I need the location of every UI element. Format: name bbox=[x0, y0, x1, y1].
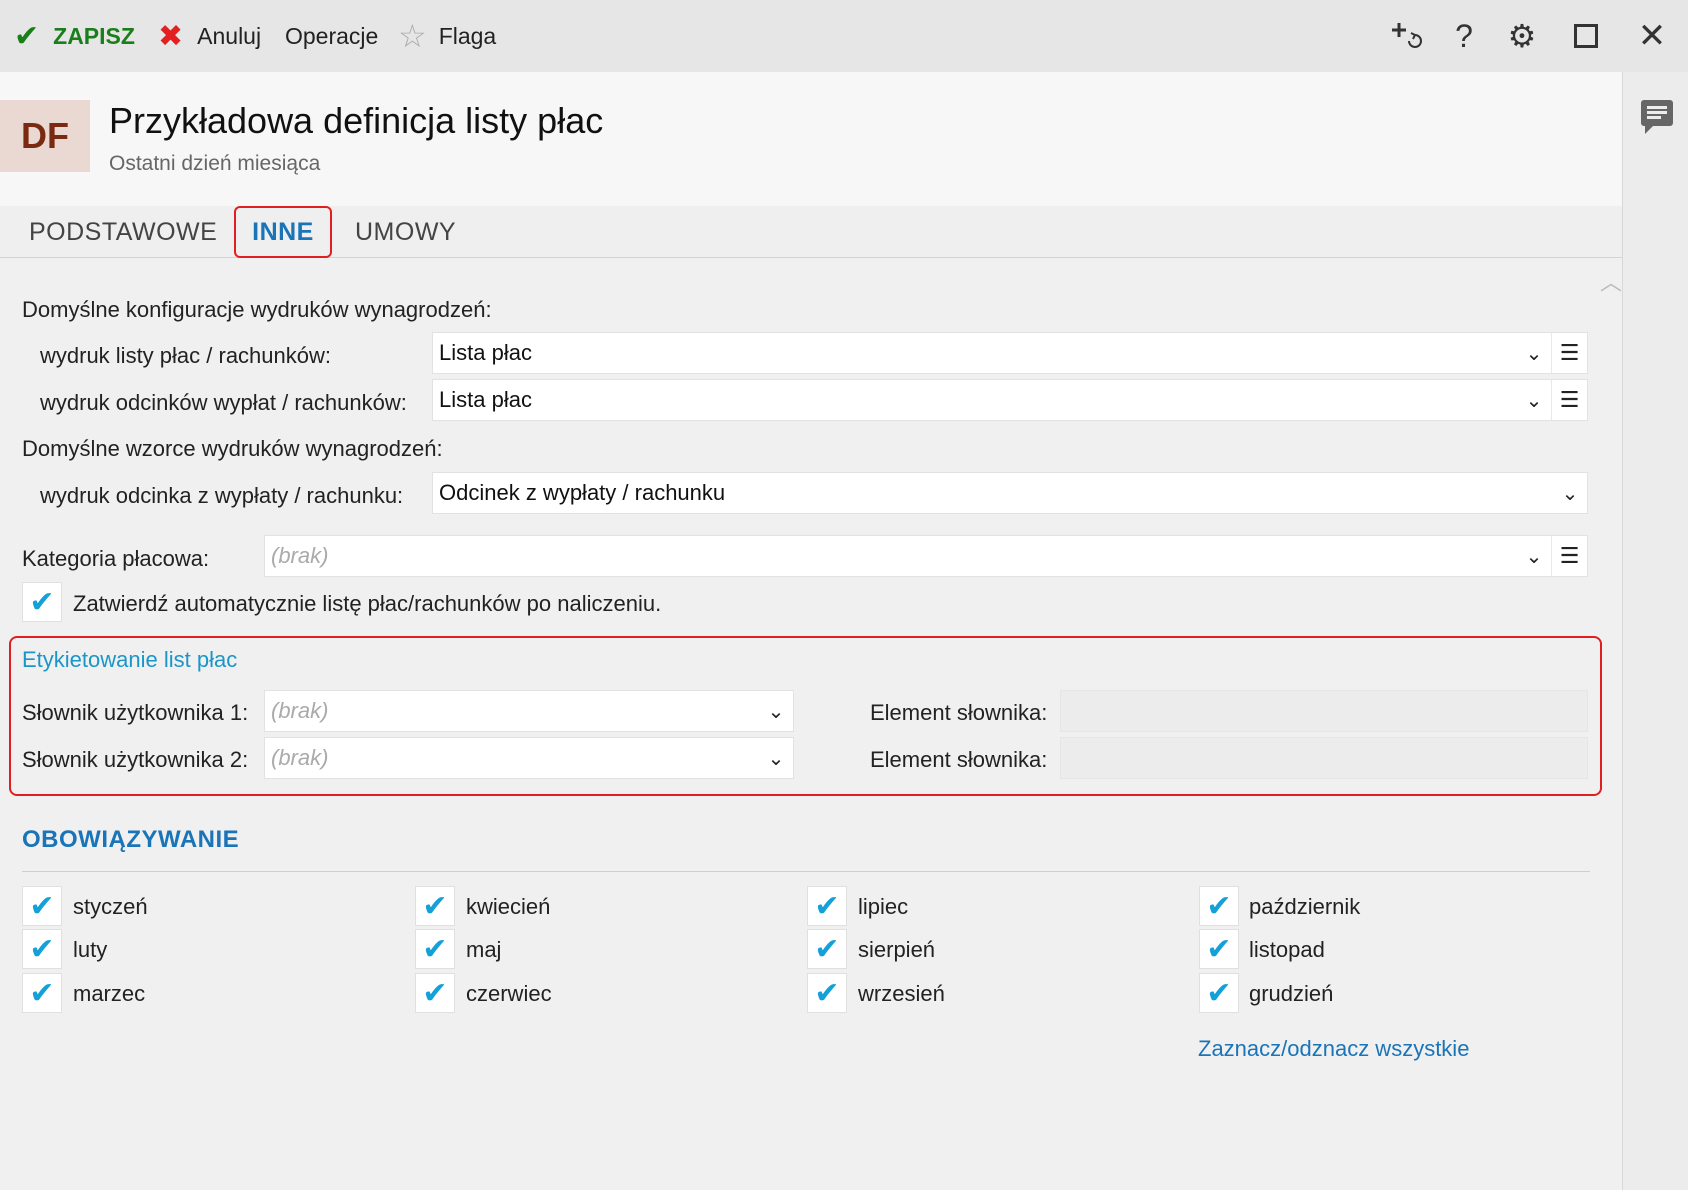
close-x-icon: ✖ bbox=[158, 19, 184, 53]
save-button[interactable]: ✔ ZAPISZ bbox=[14, 0, 135, 72]
operations-menu[interactable]: Operacje bbox=[285, 0, 378, 72]
cancel-label: Anuluj bbox=[197, 22, 262, 49]
month-label: czerwiec bbox=[466, 981, 552, 1006]
list-menu-icon[interactable]: ☰ bbox=[1551, 536, 1587, 576]
month-label: wrzesień bbox=[858, 981, 945, 1006]
month-checkbox-lipiec[interactable]: ✔ bbox=[807, 886, 847, 926]
flag-label: Flaga bbox=[438, 22, 497, 49]
chevron-down-icon[interactable]: ⌄ bbox=[1517, 341, 1551, 366]
chevron-down-icon[interactable]: ⌄ bbox=[759, 699, 793, 724]
month-checkbox-kwiecien[interactable]: ✔ bbox=[415, 886, 455, 926]
month-label: maj bbox=[466, 937, 502, 962]
category-label: Kategoria płacowa: bbox=[22, 546, 210, 571]
toggle-all-link[interactable]: Zaznacz/odznacz wszystkie bbox=[1198, 1036, 1469, 1062]
chevron-down-icon[interactable]: ⌄ bbox=[759, 746, 793, 771]
chevron-down-icon[interactable]: ⌄ bbox=[1553, 481, 1587, 506]
save-label: ZAPISZ bbox=[53, 22, 135, 49]
stub-template-label: wydruk odcinka z wypłaty / rachunku: bbox=[40, 483, 404, 508]
category-select[interactable]: (brak) ⌄ ☰ bbox=[264, 535, 1588, 577]
month-checkbox-wrzesien[interactable]: ✔ bbox=[807, 973, 847, 1013]
validity-title: OBOWIĄZYWANIE bbox=[22, 826, 240, 853]
month-checkbox-czerwiec[interactable]: ✔ bbox=[415, 973, 455, 1013]
add-refresh-icon[interactable] bbox=[1384, 14, 1428, 58]
month-checkbox-pazdziernik[interactable]: ✔ bbox=[1199, 886, 1239, 926]
month-label: styczeń bbox=[73, 894, 148, 919]
stub-template-select[interactable]: Odcinek z wypłaty / rachunku ⌄ bbox=[432, 472, 1588, 514]
dict1-value: (brak) bbox=[271, 698, 329, 723]
flag-button[interactable]: ☆ Flaga bbox=[398, 0, 496, 72]
month-checkbox-sierpien[interactable]: ✔ bbox=[807, 929, 847, 969]
print-templates-heading: Domyślne wzorce wydruków wynagrodzeń: bbox=[22, 436, 443, 461]
month-label: luty bbox=[73, 937, 108, 962]
month-label: sierpień bbox=[858, 937, 936, 962]
dict2-select[interactable]: (brak) ⌄ bbox=[264, 737, 794, 779]
divider bbox=[22, 871, 1590, 872]
tab-podstawowe[interactable]: PODSTAWOWE bbox=[29, 206, 217, 258]
month-label: październik bbox=[1249, 894, 1361, 919]
month-checkbox-marzec[interactable]: ✔ bbox=[22, 973, 62, 1013]
list-menu-icon[interactable]: ☰ bbox=[1551, 333, 1587, 373]
tab-inne[interactable]: INNE bbox=[234, 206, 332, 258]
month-checkbox-styczen[interactable]: ✔ bbox=[22, 886, 62, 926]
maximize-icon[interactable] bbox=[1564, 14, 1608, 58]
stubs-print-value: Lista płac bbox=[439, 387, 532, 412]
month-checkbox-grudzien[interactable]: ✔ bbox=[1199, 973, 1239, 1013]
comment-icon[interactable] bbox=[1641, 100, 1673, 134]
stubs-print-select[interactable]: Lista płac ⌄ ☰ bbox=[432, 379, 1588, 421]
toolbar: ✔ ZAPISZ ✖ Anuluj Operacje ☆ Flaga ? ⚙ ✕ bbox=[0, 0, 1688, 72]
chevron-down-icon[interactable]: ⌄ bbox=[1517, 544, 1551, 569]
tab-umowy[interactable]: UMOWY bbox=[355, 206, 456, 258]
month-label: grudzień bbox=[1249, 981, 1334, 1006]
month-label: kwiecień bbox=[466, 894, 551, 919]
payroll-print-select[interactable]: Lista płac ⌄ ☰ bbox=[432, 332, 1588, 374]
chevron-up-icon[interactable]: ︿ bbox=[1600, 265, 1622, 297]
month-label: lipiec bbox=[858, 894, 909, 919]
operations-label: Operacje bbox=[285, 22, 379, 49]
month-label: marzec bbox=[73, 981, 146, 1006]
auto-approve-label: Zatwierdź automatycznie listę płac/rachu… bbox=[73, 591, 662, 616]
chevron-down-icon[interactable]: ⌄ bbox=[1517, 388, 1551, 413]
element1-field[interactable] bbox=[1060, 690, 1588, 732]
month-checkbox-listopad[interactable]: ✔ bbox=[1199, 929, 1239, 969]
dict1-label: Słownik użytkownika 1: bbox=[22, 700, 249, 725]
dict1-select[interactable]: (brak) ⌄ bbox=[264, 690, 794, 732]
page-subtitle: Ostatni dzień miesiąca bbox=[109, 152, 321, 175]
close-icon[interactable]: ✕ bbox=[1630, 14, 1674, 58]
tab-bar: PODSTAWOWE INNE UMOWY bbox=[0, 206, 1622, 258]
help-icon[interactable]: ? bbox=[1442, 14, 1486, 58]
element1-label: Element słownika: bbox=[870, 700, 1048, 725]
element2-field[interactable] bbox=[1060, 737, 1588, 779]
dict2-value: (brak) bbox=[271, 745, 329, 770]
dict2-label: Słownik użytkownika 2: bbox=[22, 747, 249, 772]
star-icon: ☆ bbox=[398, 18, 427, 54]
list-menu-icon[interactable]: ☰ bbox=[1551, 380, 1587, 420]
side-rail bbox=[1622, 72, 1688, 1190]
gear-icon[interactable]: ⚙ bbox=[1500, 14, 1544, 58]
checkmark-icon: ✔ bbox=[14, 19, 40, 53]
header: DF Przykładowa definicja listy płac Osta… bbox=[0, 72, 1622, 206]
element2-label: Element słownika: bbox=[870, 747, 1048, 772]
stub-template-value: Odcinek z wypłaty / rachunku bbox=[439, 480, 726, 505]
category-value: (brak) bbox=[271, 543, 329, 568]
labeling-title: Etykietowanie list płac bbox=[22, 647, 238, 672]
print-config-heading: Domyślne konfiguracje wydruków wynagrodz… bbox=[22, 297, 492, 322]
avatar: DF bbox=[0, 100, 90, 172]
payroll-print-label: wydruk listy płac / rachunków: bbox=[40, 343, 331, 368]
auto-approve-checkbox[interactable]: ✔ bbox=[22, 582, 62, 622]
month-label: listopad bbox=[1249, 937, 1325, 962]
month-checkbox-luty[interactable]: ✔ bbox=[22, 929, 62, 969]
payroll-print-value: Lista płac bbox=[439, 340, 532, 365]
stubs-print-label: wydruk odcinków wypłat / rachunków: bbox=[40, 390, 407, 415]
month-checkbox-maj[interactable]: ✔ bbox=[415, 929, 455, 969]
cancel-button[interactable]: ✖ Anuluj bbox=[158, 0, 261, 72]
page-title: Przykładowa definicja listy płac bbox=[109, 100, 604, 141]
